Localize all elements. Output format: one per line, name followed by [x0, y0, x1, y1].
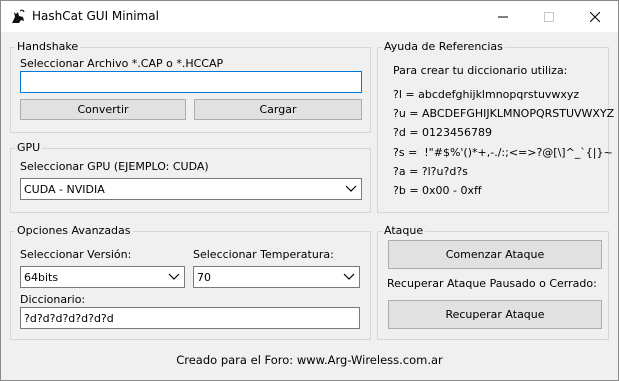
- version-select-label: Seleccionar Versión:: [20, 248, 132, 261]
- window-title: HashCat GUI Minimal: [32, 9, 159, 23]
- chevron-down-icon: [168, 273, 180, 280]
- minimize-icon: [498, 16, 508, 17]
- title-bar[interactable]: HashCat GUI Minimal: [1, 1, 618, 32]
- gpu-legend: GPU: [15, 141, 43, 154]
- start-attack-button[interactable]: Comenzar Ataque: [388, 240, 602, 269]
- cat-icon: [12, 9, 25, 23]
- minimize-button[interactable]: [480, 1, 526, 32]
- temperature-select-label: Seleccionar Temperatura:: [193, 248, 334, 261]
- gpu-selected-value: CUDA - NVIDIA: [24, 183, 105, 196]
- file-select-label: Seleccionar Archivo *.CAP o *.HCCAP: [20, 57, 224, 70]
- reference-line-digits: ?d = 0123456789: [393, 126, 493, 139]
- dictionary-label: Diccionario:: [20, 293, 86, 306]
- dictionary-input[interactable]: [20, 307, 360, 329]
- reference-line-lower: ?l = abcdefghijklmnopqrstuvwxyz: [393, 88, 580, 101]
- advanced-legend: Opciones Avanzadas: [15, 224, 133, 237]
- reference-line-bytes: ?b = 0x00 - 0xff: [393, 184, 482, 197]
- chevron-down-icon: [343, 273, 355, 280]
- maximize-button[interactable]: [526, 1, 572, 32]
- version-selected-value: 64bits: [24, 271, 59, 284]
- gpu-select-label: Seleccionar GPU (EJEMPLO: CUDA): [20, 160, 209, 173]
- load-button[interactable]: Cargar: [194, 99, 362, 120]
- convert-button[interactable]: Convertir: [20, 99, 186, 120]
- attack-legend: Ataque: [382, 224, 426, 237]
- version-select[interactable]: 64bits: [20, 266, 185, 288]
- resume-attack-button[interactable]: Recuperar Ataque: [388, 300, 602, 329]
- handshake-legend: Handshake: [15, 40, 81, 53]
- close-button[interactable]: [572, 1, 618, 32]
- temperature-selected-value: 70: [197, 271, 211, 284]
- reference-line-all: ?a = ?l?u?d?s: [393, 165, 468, 178]
- reference-line-upper: ?u = ABCDEFGHIJKLMNOPQRSTUVWXYZ: [393, 107, 615, 120]
- reference-line-special: ?s = !"#$%'()*+,-./:;<=>?@[\]^_`{|}~: [393, 146, 613, 159]
- footer-credit: Creado para el Foro: www.Arg-Wireless.co…: [176, 353, 443, 367]
- chevron-down-icon: [345, 185, 357, 192]
- temperature-select[interactable]: 70: [193, 266, 360, 288]
- reference-legend: Ayuda de Referencias: [382, 40, 505, 53]
- close-icon: [590, 11, 600, 22]
- main-window: HashCat GUI Minimal Handshake Selecciona…: [0, 0, 619, 381]
- reference-intro: Para crear tu diccionario utiliza:: [393, 64, 568, 77]
- file-path-input[interactable]: [20, 71, 362, 93]
- resume-attack-label: Recuperar Ataque Pausado o Cerrado:: [387, 277, 597, 290]
- gpu-select[interactable]: CUDA - NVIDIA: [20, 178, 362, 200]
- maximize-icon: [544, 11, 554, 22]
